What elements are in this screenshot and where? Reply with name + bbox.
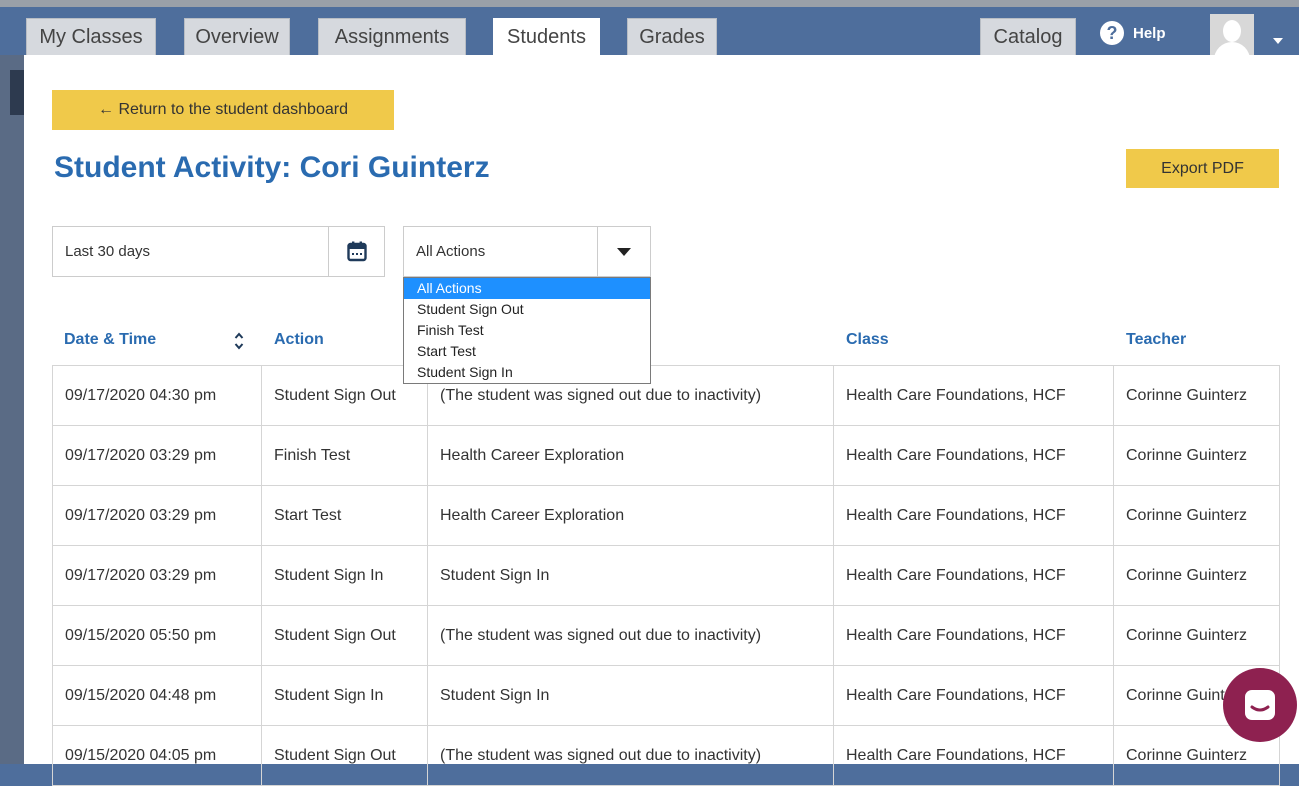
avatar-shoulders bbox=[1214, 42, 1250, 56]
cell-teacher: Corinne Guinterz bbox=[1113, 605, 1280, 666]
cell-class: Health Care Foundations, HCF bbox=[833, 605, 1114, 666]
top-navigation: My Classes Overview Assignments Students… bbox=[0, 0, 1299, 56]
help-link[interactable]: ? Help bbox=[1100, 18, 1166, 48]
cell-teacher: Corinne Guinterz bbox=[1113, 545, 1280, 606]
cell-class: Health Care Foundations, HCF bbox=[833, 725, 1114, 786]
calendar-button[interactable] bbox=[328, 227, 384, 276]
dropdown-option-finish-test[interactable]: Finish Test bbox=[404, 320, 650, 341]
cell-detail: (The student was signed out due to inact… bbox=[427, 605, 834, 666]
action-dropdown-list: All Actions Student Sign Out Finish Test… bbox=[403, 277, 651, 384]
cell-class: Health Care Foundations, HCF bbox=[833, 365, 1114, 426]
header-teacher[interactable]: Teacher bbox=[1126, 331, 1186, 349]
cell-date-time: 09/15/2020 04:48 pm bbox=[52, 665, 262, 726]
account-menu-caret-icon[interactable] bbox=[1273, 38, 1283, 44]
cell-detail: Health Career Exploration bbox=[427, 485, 834, 546]
chat-icon bbox=[1245, 690, 1275, 720]
tab-overview[interactable]: Overview bbox=[184, 18, 290, 55]
page-title: Student Activity: Cori Guinterz bbox=[54, 151, 490, 184]
help-icon: ? bbox=[1100, 21, 1124, 45]
activity-table: 09/17/2020 04:30 pm Student Sign Out (Th… bbox=[52, 365, 1280, 786]
table-row: 09/15/2020 04:48 pm Student Sign In Stud… bbox=[52, 665, 1280, 726]
dropdown-option-start-test[interactable]: Start Test bbox=[404, 341, 650, 362]
table-row: 09/17/2020 03:29 pm Finish Test Health C… bbox=[52, 425, 1280, 486]
table-row: 09/15/2020 04:05 pm Student Sign Out (Th… bbox=[52, 725, 1280, 786]
cell-date-time: 09/17/2020 03:29 pm bbox=[52, 485, 262, 546]
action-select-value: All Actions bbox=[416, 243, 486, 260]
cell-action: Student Sign Out bbox=[261, 605, 428, 666]
tab-students[interactable]: Students bbox=[493, 18, 600, 55]
cell-teacher: Corinne Guinterz bbox=[1113, 485, 1280, 546]
table-row: 09/17/2020 03:29 pm Student Sign In Stud… bbox=[52, 545, 1280, 606]
cell-date-time: 09/15/2020 04:05 pm bbox=[52, 725, 262, 786]
action-select-toggle[interactable] bbox=[597, 227, 650, 276]
cell-action: Student Sign In bbox=[261, 665, 428, 726]
cell-detail: Student Sign In bbox=[427, 545, 834, 606]
cell-action: Student Sign In bbox=[261, 545, 428, 606]
cell-class: Health Care Foundations, HCF bbox=[833, 545, 1114, 606]
dropdown-option-student-sign-out[interactable]: Student Sign Out bbox=[404, 299, 650, 320]
tab-my-classes[interactable]: My Classes bbox=[26, 18, 156, 55]
calendar-icon bbox=[346, 241, 367, 262]
dropdown-option-all-actions[interactable]: All Actions bbox=[404, 278, 650, 299]
chevron-down-icon bbox=[617, 247, 631, 256]
cell-detail: (The student was signed out due to inact… bbox=[427, 725, 834, 786]
cell-teacher: Corinne Guinterz bbox=[1113, 365, 1280, 426]
left-edge bbox=[0, 55, 24, 764]
export-pdf-button[interactable]: Export PDF bbox=[1126, 149, 1279, 188]
cell-teacher: Corinne Guinterz bbox=[1113, 425, 1280, 486]
cell-detail: Student Sign In bbox=[427, 665, 834, 726]
avatar[interactable] bbox=[1210, 14, 1254, 56]
tab-assignments[interactable]: Assignments bbox=[318, 18, 466, 55]
cell-detail: Health Career Exploration bbox=[427, 425, 834, 486]
header-date-time[interactable]: Date & Time bbox=[64, 331, 156, 349]
avatar-head bbox=[1223, 20, 1241, 42]
header-action[interactable]: Action bbox=[274, 331, 324, 349]
window-top-edge bbox=[0, 0, 1299, 7]
chat-button[interactable] bbox=[1223, 668, 1297, 742]
cell-class: Health Care Foundations, HCF bbox=[833, 485, 1114, 546]
table-row: 09/15/2020 05:50 pm Student Sign Out (Th… bbox=[52, 605, 1280, 666]
cell-date-time: 09/15/2020 05:50 pm bbox=[52, 605, 262, 666]
action-select[interactable]: All Actions bbox=[403, 226, 651, 277]
main-panel: ← Return to the student dashboard Studen… bbox=[24, 55, 1299, 786]
return-to-dashboard-button[interactable]: ← Return to the student dashboard bbox=[52, 90, 394, 130]
cell-action: Student Sign Out bbox=[261, 725, 428, 786]
tab-catalog[interactable]: Catalog bbox=[980, 18, 1076, 55]
cell-action: Start Test bbox=[261, 485, 428, 546]
cell-date-time: 09/17/2020 03:29 pm bbox=[52, 545, 262, 606]
tab-grades[interactable]: Grades bbox=[627, 18, 717, 55]
header-class[interactable]: Class bbox=[846, 331, 889, 349]
date-range-value: Last 30 days bbox=[65, 243, 151, 260]
cell-date-time: 09/17/2020 04:30 pm bbox=[52, 365, 262, 426]
date-range-field[interactable]: Last 30 days bbox=[52, 226, 385, 277]
left-edge-handle bbox=[10, 70, 24, 115]
cell-class: Health Care Foundations, HCF bbox=[833, 425, 1114, 486]
cell-action: Finish Test bbox=[261, 425, 428, 486]
sort-icon[interactable] bbox=[234, 331, 244, 351]
table-row: 09/17/2020 03:29 pm Start Test Health Ca… bbox=[52, 485, 1280, 546]
table-row: 09/17/2020 04:30 pm Student Sign Out (Th… bbox=[52, 365, 1280, 426]
dropdown-option-student-sign-in[interactable]: Student Sign In bbox=[404, 362, 650, 383]
cell-date-time: 09/17/2020 03:29 pm bbox=[52, 425, 262, 486]
help-label: Help bbox=[1133, 24, 1166, 42]
cell-class: Health Care Foundations, HCF bbox=[833, 665, 1114, 726]
